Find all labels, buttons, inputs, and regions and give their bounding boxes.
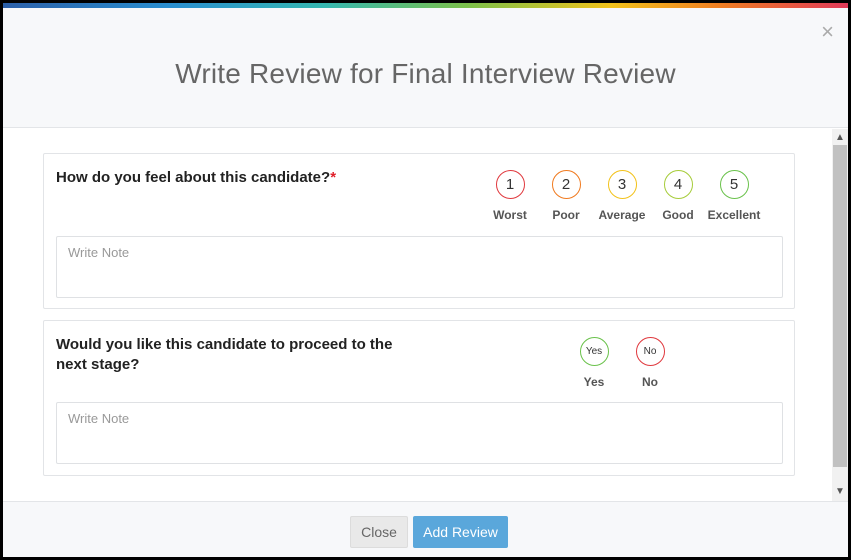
add-review-button[interactable]: Add Review: [413, 516, 508, 548]
close-button[interactable]: Close: [350, 516, 408, 548]
rating-label-good: Good: [662, 208, 694, 222]
rating-option-1[interactable]: 1 Worst: [482, 170, 538, 222]
rating-options: 1 Worst 2 Poor 3 Average 4 Good 5 Excell…: [482, 170, 762, 222]
rating-label-average: Average: [598, 208, 646, 222]
close-icon[interactable]: ×: [821, 21, 834, 43]
vertical-scrollbar[interactable]: ▲ ▼: [832, 129, 848, 501]
chevron-up-icon[interactable]: ▲: [832, 131, 848, 145]
rating-circle-2[interactable]: 2: [551, 170, 581, 199]
rating-option-3[interactable]: 3 Average: [594, 170, 650, 222]
review-modal: Write Review for Final Interview Review …: [3, 3, 848, 557]
no-circle[interactable]: No: [635, 337, 665, 366]
question-proceed-next-stage: Would you like this candidate to proceed…: [56, 336, 393, 373]
no-label: No: [642, 375, 658, 389]
proceed-note-input[interactable]: [56, 402, 783, 464]
scrollbar-thumb[interactable]: [833, 145, 847, 467]
yes-label: Yes: [583, 375, 605, 389]
yes-circle[interactable]: Yes: [579, 337, 609, 366]
rating-option-2[interactable]: 2 Poor: [538, 170, 594, 222]
rating-label-poor: Poor: [552, 208, 580, 222]
rating-circle-1[interactable]: 1: [495, 170, 525, 199]
chevron-down-icon[interactable]: ▼: [832, 485, 848, 499]
rating-circle-5[interactable]: 5: [719, 170, 749, 199]
rating-label-worst: Worst: [493, 208, 527, 222]
proceed-question-card: Would you like this candidate to proceed…: [43, 320, 795, 476]
question-text: How do you feel about this candidate?: [56, 169, 331, 186]
proceed-option-yes[interactable]: Yes Yes: [566, 337, 622, 389]
rating-option-5[interactable]: 5 Excellent: [706, 170, 762, 222]
rating-question-card: How do you feel about this candidate?* 1…: [43, 153, 795, 309]
proceed-options: Yes Yes No No: [566, 337, 678, 389]
modal-body: How do you feel about this candidate?* 1…: [3, 129, 848, 501]
required-marker: *: [330, 169, 337, 186]
proceed-option-no[interactable]: No No: [622, 337, 678, 389]
modal-header: Write Review for Final Interview Review …: [3, 8, 848, 128]
modal-title: Write Review for Final Interview Review: [175, 58, 676, 89]
rating-label-excellent: Excellent: [707, 208, 761, 222]
question-feel-about-candidate: How do you feel about this candidate?*: [56, 168, 336, 188]
rating-note-input[interactable]: [56, 236, 783, 298]
modal-footer: Close Add Review: [3, 501, 848, 557]
rating-option-4[interactable]: 4 Good: [650, 170, 706, 222]
rating-circle-3[interactable]: 3: [607, 170, 637, 199]
rating-circle-4[interactable]: 4: [663, 170, 693, 199]
